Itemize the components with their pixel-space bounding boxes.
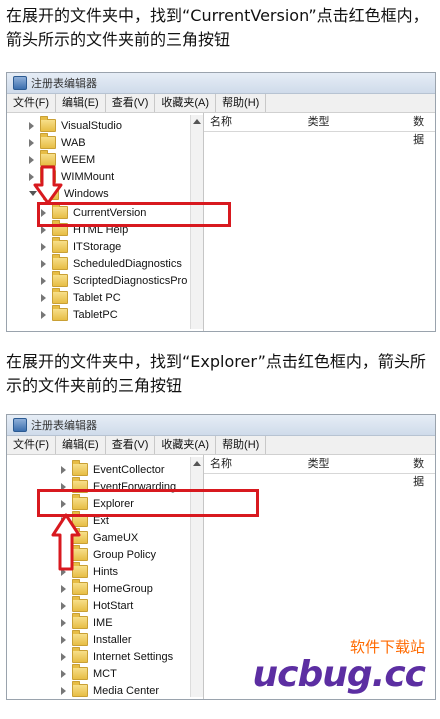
expand-arrow-icon[interactable] — [41, 310, 46, 319]
column-type[interactable]: 类型 — [302, 113, 408, 131]
folder-icon — [72, 613, 88, 629]
menu-edit[interactable]: 编辑(E) — [56, 94, 106, 112]
folder-icon — [40, 133, 56, 149]
tree-item[interactable]: ScriptedDiagnosticsPro — [41, 271, 187, 289]
expand-arrow-icon[interactable] — [41, 276, 46, 285]
tree-item[interactable]: Tablet PC — [41, 288, 121, 306]
folder-icon — [52, 305, 68, 321]
tree-item[interactable]: HotStart — [61, 596, 133, 614]
expand-arrow-icon[interactable] — [61, 584, 66, 593]
registry-editor-screenshot-1: 注册表编辑器 文件(F) 编辑(E) 查看(V) 收藏夹(A) 帮助(H) Vi… — [6, 72, 436, 332]
instruction-step1: 在展开的文件夹中，找到“CurrentVersion”点击红色框内，箭头所示的文… — [6, 6, 429, 49]
tree-item[interactable]: MCT — [61, 664, 117, 682]
folder-icon — [52, 237, 68, 253]
tree-item[interactable]: IME — [61, 613, 113, 631]
watermark-tagline: 软件下载站 — [349, 638, 425, 656]
scroll-up-icon[interactable] — [193, 461, 201, 466]
tree-item[interactable]: VisualStudio — [29, 116, 122, 134]
expand-arrow-icon[interactable] — [61, 652, 66, 661]
menu-file[interactable]: 文件(F) — [7, 436, 57, 454]
tree-item[interactable]: Internet Settings — [61, 647, 173, 665]
regedit-icon — [13, 418, 27, 432]
column-data[interactable]: 数据 — [407, 455, 435, 488]
expand-arrow-icon[interactable] — [61, 465, 66, 474]
expand-arrow-icon[interactable] — [61, 686, 66, 695]
arrow-down-icon — [33, 165, 63, 205]
expand-arrow-icon[interactable] — [41, 242, 46, 251]
folder-icon — [40, 116, 56, 132]
folder-icon — [72, 630, 88, 646]
list-header: 名称 类型 数据 — [204, 113, 435, 146]
menu-view[interactable]: 查看(V) — [106, 436, 156, 454]
list-header: 名称 类型 数据 — [204, 455, 435, 488]
folder-icon — [72, 579, 88, 595]
folder-icon — [72, 460, 88, 476]
expand-arrow-icon[interactable] — [29, 138, 34, 147]
menu-favorites[interactable]: 收藏夹(A) — [155, 94, 217, 112]
column-name[interactable]: 名称 — [204, 455, 302, 473]
tree-item[interactable]: HomeGroup — [61, 579, 153, 597]
menu-help[interactable]: 帮助(H) — [216, 94, 267, 112]
menu-file[interactable]: 文件(F) — [7, 94, 57, 112]
tree-item[interactable]: ScheduledDiagnostics — [41, 254, 182, 272]
scroll-up-icon[interactable] — [193, 119, 201, 124]
menubar: 文件(F) 编辑(E) 查看(V) 收藏夹(A) 帮助(H) — [7, 436, 435, 455]
tree-item[interactable]: EventCollector — [61, 460, 165, 478]
folder-icon — [52, 254, 68, 270]
site-watermark: 软件下载站 ucbug.cc — [252, 638, 426, 695]
column-type[interactable]: 类型 — [302, 455, 408, 473]
instruction-step2: 在展开的文件夹中，找到“Explorer”点击红色框内，箭头所示的文件夹前的三角… — [6, 352, 426, 395]
tree-item[interactable]: TabletPC — [41, 305, 118, 323]
tree-item[interactable]: Media Center — [61, 681, 159, 699]
menu-edit[interactable]: 编辑(E) — [56, 436, 106, 454]
expand-arrow-icon[interactable] — [29, 155, 34, 164]
watermark-brand: ucbug.cc — [252, 654, 426, 695]
tree-item[interactable]: WAB — [29, 133, 86, 151]
expand-arrow-icon[interactable] — [61, 601, 66, 610]
menu-view[interactable]: 查看(V) — [106, 94, 156, 112]
expand-arrow-icon[interactable] — [41, 293, 46, 302]
window-titlebar: 注册表编辑器 — [7, 73, 435, 94]
folder-icon — [72, 681, 88, 697]
registry-editor-screenshot-2: 注册表编辑器 文件(F) 编辑(E) 查看(V) 收藏夹(A) 帮助(H) Ev… — [6, 414, 436, 700]
expand-arrow-icon[interactable] — [61, 618, 66, 627]
tree-item[interactable]: Installer — [61, 630, 132, 648]
menubar: 文件(F) 编辑(E) 查看(V) 收藏夹(A) 帮助(H) — [7, 94, 435, 113]
menu-favorites[interactable]: 收藏夹(A) — [155, 436, 217, 454]
values-pane[interactable]: 名称 类型 数据 — [204, 113, 435, 331]
folder-icon — [72, 647, 88, 663]
window-titlebar: 注册表编辑器 — [7, 415, 435, 436]
folder-icon — [72, 596, 88, 612]
tree-item[interactable]: ITStorage — [41, 237, 121, 255]
expand-arrow-icon[interactable] — [41, 259, 46, 268]
expand-arrow-icon[interactable] — [61, 635, 66, 644]
highlight-box — [37, 202, 231, 227]
regedit-icon — [13, 76, 27, 90]
folder-icon — [72, 664, 88, 680]
column-name[interactable]: 名称 — [204, 113, 302, 131]
folder-icon — [52, 271, 68, 287]
folder-icon — [52, 288, 68, 304]
expand-arrow-icon[interactable] — [61, 669, 66, 678]
column-data[interactable]: 数据 — [407, 113, 435, 146]
window-title: 注册表编辑器 — [31, 420, 97, 432]
menu-help[interactable]: 帮助(H) — [216, 436, 267, 454]
window-title: 注册表编辑器 — [31, 78, 97, 90]
expand-arrow-icon[interactable] — [29, 121, 34, 130]
arrow-up-icon — [51, 513, 81, 571]
